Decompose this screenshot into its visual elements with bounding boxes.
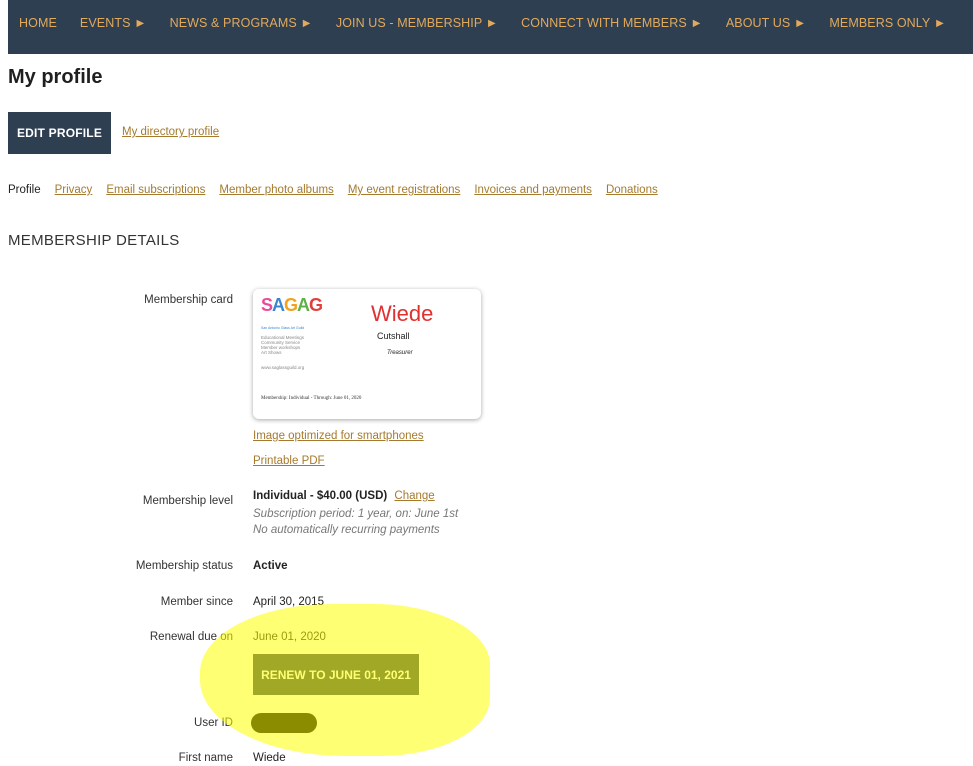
edit-profile-button[interactable]: EDIT PROFILE xyxy=(8,112,111,154)
guild-name: San Antonio Glass Art Guild xyxy=(261,326,305,330)
first-name-value: Wiede xyxy=(253,752,286,764)
subnav-donations[interactable]: Donations xyxy=(606,184,658,196)
subnav-event-registrations[interactable]: My event registrations xyxy=(348,184,461,196)
smartphone-image-link[interactable]: Image optimized for smartphones xyxy=(253,430,424,442)
user-id-label: User ID xyxy=(194,717,233,729)
card-footer: Membership: Individual - Through: June 0… xyxy=(261,396,362,401)
renewal-due-value: June 01, 2020 xyxy=(253,631,326,643)
page-title: My profile xyxy=(8,66,103,88)
membership-level-text: Individual - $40.00 (USD) xyxy=(253,490,388,502)
profile-subnav: Profile Privacy Email subscriptions Memb… xyxy=(8,184,672,196)
nav-item-events[interactable]: EVENTS ► xyxy=(80,16,147,30)
membership-card-label: Membership card xyxy=(144,294,233,306)
printable-pdf-link[interactable]: Printable PDF xyxy=(253,455,325,467)
card-role: Treasurer xyxy=(387,350,413,356)
recurring-payments-note: No automatically recurring payments xyxy=(253,524,440,536)
guild-website: www.saglassguild.org xyxy=(261,365,305,370)
renew-button[interactable]: RENEW TO JUNE 01, 2021 xyxy=(253,654,419,695)
member-since-label: Member since xyxy=(160,596,233,608)
renewal-due-label: Renewal due on xyxy=(149,631,233,643)
subnav-invoices-payments[interactable]: Invoices and payments xyxy=(474,184,592,196)
subnav-member-photo-albums[interactable]: Member photo albums xyxy=(219,184,333,196)
membership-level-value: Individual - $40.00 (USD) Change xyxy=(253,490,435,502)
subnav-email-subscriptions[interactable]: Email subscriptions xyxy=(106,184,205,196)
top-navigation: HOME EVENTS ► NEWS & PROGRAMS ► JOIN US … xyxy=(8,0,973,54)
membership-status-value: Active xyxy=(253,560,288,572)
membership-card[interactable]: SAGAG San Antonio Glass Art Guild Educat… xyxy=(253,289,481,419)
nav-item-news-programs[interactable]: NEWS & PROGRAMS ► xyxy=(170,16,313,30)
nav-item-join-membership[interactable]: JOIN US - MEMBERSHIP ► xyxy=(336,16,498,30)
directory-profile-link[interactable]: My directory profile xyxy=(122,126,219,138)
user-id-redaction xyxy=(251,713,317,733)
membership-level-label: Membership level xyxy=(142,495,233,507)
member-since-value: April 30, 2015 xyxy=(253,596,324,608)
guild-logo: SAGAG xyxy=(261,295,323,315)
nav-item-about-us[interactable]: ABOUT US ► xyxy=(726,16,807,30)
nav-item-connect-members[interactable]: CONNECT WITH MEMBERS ► xyxy=(521,16,703,30)
first-name-label: First name xyxy=(178,752,233,764)
card-first-name: Wiede xyxy=(371,301,434,326)
section-title: MEMBERSHIP DETAILS xyxy=(8,232,180,249)
card-last-name: Cutshall xyxy=(377,331,410,341)
subnav-current-profile: Profile xyxy=(8,184,41,196)
subnav-privacy[interactable]: Privacy xyxy=(55,184,93,196)
subscription-period: Subscription period: 1 year, on: June 1s… xyxy=(253,508,459,520)
guild-tagline: Educational Meetings Community Service M… xyxy=(261,335,305,355)
change-level-link[interactable]: Change xyxy=(394,490,434,502)
membership-status-label: Membership status xyxy=(135,560,233,572)
nav-item-members-only[interactable]: MEMBERS ONLY ► xyxy=(829,16,946,30)
nav-item-home[interactable]: HOME xyxy=(19,16,57,30)
